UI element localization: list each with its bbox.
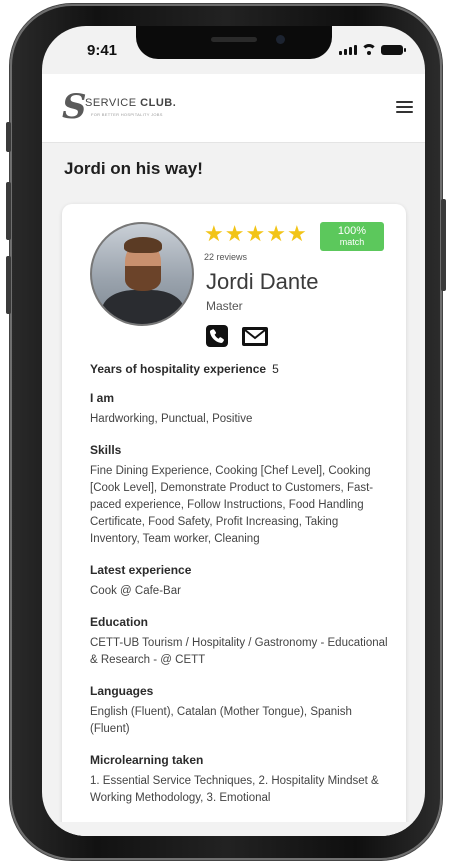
profile-section: Skills Fine Dining Experience, Cooking [C… [90, 443, 390, 548]
hamburger-menu-icon[interactable] [396, 101, 413, 116]
status-icons [339, 44, 406, 55]
phone-frame: 9:41 S SERVICE CLUB. FOR BETTER HOSPITAL… [6, 4, 446, 860]
section-heading: Microlearning taken [90, 753, 204, 767]
match-badge: 100% match [320, 222, 384, 251]
star-icon: ★ [286, 222, 307, 247]
profile-section: Microlearning taken 1. Essential Service … [90, 753, 390, 807]
power-button [441, 199, 446, 291]
experience-row: Years of hospitality experience 5 [90, 362, 390, 376]
section-text: Fine Dining Experience, Cooking [Chef Le… [90, 465, 374, 545]
wifi-icon [362, 44, 376, 55]
sections-list: I am Hardworking, Punctual, Positive Skill… [90, 391, 390, 807]
signal-icon [339, 45, 357, 55]
avatar [90, 222, 194, 326]
star-icon: ★ [204, 222, 224, 247]
bottom-fade [42, 822, 425, 836]
profile-section: Latest experience Cook @ Cafe-Bar [90, 563, 390, 600]
match-label: match [339, 237, 365, 247]
front-camera [276, 35, 285, 44]
section-heading: Skills [90, 443, 122, 457]
logo-wordmark[interactable]: SERVICE CLUB. [85, 97, 176, 109]
mute-switch [6, 122, 11, 152]
logo-bold: CLUB. [140, 97, 177, 109]
experience-value: 5 [272, 362, 279, 376]
match-percent: 100% [337, 225, 367, 237]
star-icon: ★ [224, 222, 245, 247]
page-title: Jordi on his way! [64, 159, 203, 178]
star-icon: ★ [266, 222, 286, 247]
section-text: Cook @ Cafe-Bar [90, 585, 181, 597]
speaker-grille [211, 37, 257, 42]
section-heading: Languages [90, 684, 154, 698]
star-rating: ★ ★ ★ ★ ★ [204, 224, 307, 246]
experience-label: Years of hospitality experience [90, 362, 267, 376]
status-time: 9:41 [87, 42, 118, 59]
section-text: CETT-UB Tourism / Hospitality / Gastrono… [90, 637, 388, 666]
app-header: S SERVICE CLUB. FOR BETTER HOSPITALITY J… [42, 74, 425, 143]
volume-up-button [6, 182, 11, 240]
section-heading: Education [90, 615, 149, 629]
volume-down-button [6, 256, 11, 314]
logo-mark[interactable]: S [62, 90, 87, 124]
section-text: English (Fluent), Catalan (Mother Tongue… [90, 706, 352, 735]
battery-icon [381, 45, 406, 55]
profile-details: Years of hospitality experience 5 I am Har… [90, 354, 390, 807]
section-text: Hardworking, Punctual, Positive [90, 413, 253, 425]
phone-icon[interactable] [206, 325, 228, 347]
reviews-count[interactable]: 22 reviews [204, 252, 247, 262]
logo-primary: SERVICE [85, 97, 137, 109]
profile-section: I am Hardworking, Punctual, Positive [90, 391, 390, 428]
section-heading: Latest experience [90, 563, 192, 577]
profile-section: Education CETT-UB Tourism / Hospitality /… [90, 615, 390, 669]
candidate-name: Jordi Dante [206, 269, 319, 294]
candidate-role: Master [206, 299, 243, 313]
notch [136, 26, 332, 59]
profile-card: ★ ★ ★ ★ ★ 22 reviews 100% match Jordi Dante … [62, 204, 406, 836]
screen: 9:41 S SERVICE CLUB. FOR BETTER HOSPITAL… [42, 26, 425, 836]
email-icon[interactable] [242, 327, 268, 346]
section-heading: I am [90, 391, 115, 405]
logo-tagline: FOR BETTER HOSPITALITY JOBS [91, 112, 163, 117]
section-text: 1. Essential Service Techniques, 2. Hosp… [90, 775, 379, 804]
profile-section: Languages English (Fluent), Catalan (Moth… [90, 684, 390, 738]
star-icon: ★ [245, 222, 266, 247]
